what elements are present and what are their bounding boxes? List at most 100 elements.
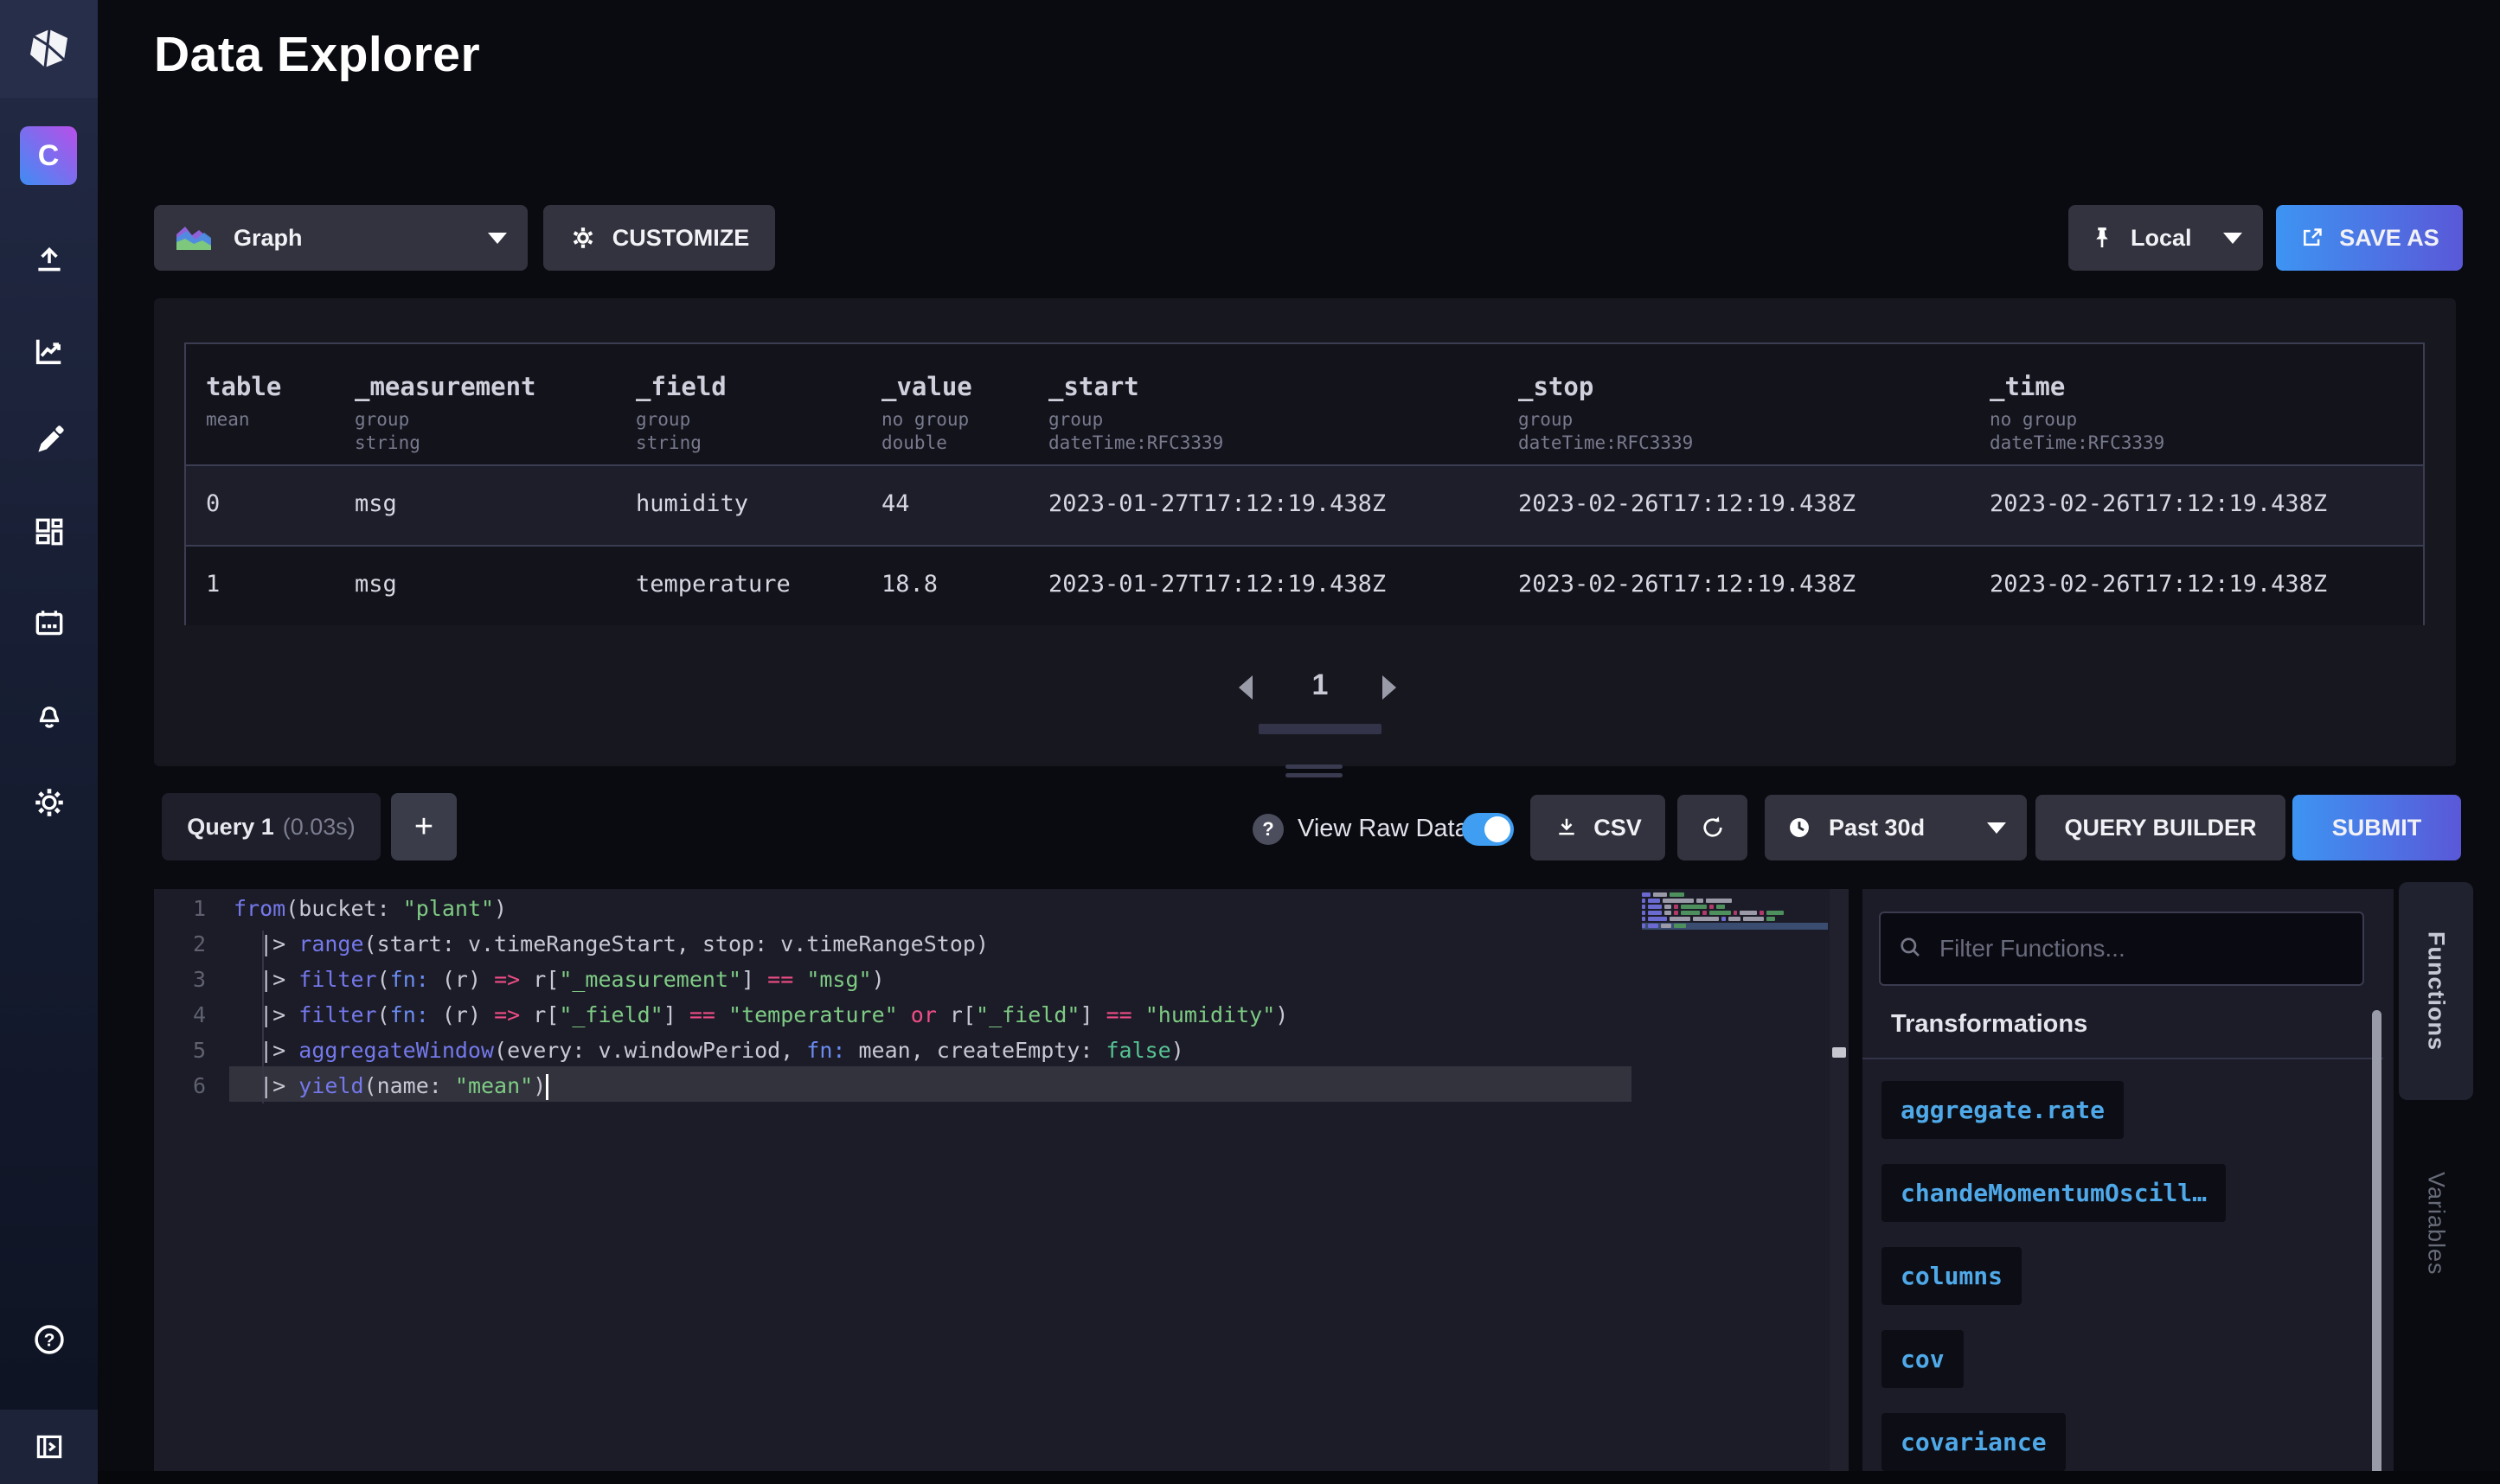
table-header: table _measurement _field _value _start … (186, 344, 2423, 464)
column-meta: group (355, 408, 409, 432)
save-as-button[interactable]: SAVE AS (2276, 205, 2463, 271)
cell: 18.8 (881, 571, 938, 598)
sidebar-item-tasks[interactable] (0, 589, 98, 658)
page-title: Data Explorer (154, 26, 480, 83)
search-input[interactable] (1938, 934, 2362, 963)
table-row: 0 msg humidity 44 2023-01-27T17:12:19.43… (186, 464, 2423, 545)
tab-variables[interactable]: Variables (2399, 1116, 2473, 1332)
raw-data-panel: table _measurement _field _value _start … (154, 298, 2456, 766)
query-builder-button[interactable]: QUERY BUILDER (2035, 795, 2285, 860)
influxdb-logo-icon (24, 27, 74, 72)
function-chip[interactable]: columns (1881, 1247, 2022, 1305)
csv-download-button[interactable]: CSV (1530, 795, 1665, 860)
line-chart-icon (31, 333, 67, 369)
cell: 2023-02-26T17:12:19.438Z (1990, 571, 2327, 598)
page-number: 1 (1296, 668, 1344, 702)
raw-data-help-icon[interactable]: ? (1253, 814, 1284, 845)
dashboards-icon (32, 515, 67, 549)
panel-resize-handle[interactable] (1285, 773, 1343, 777)
code-line: |> filter(fn: (r) => r["_measurement"] =… (234, 962, 885, 997)
sidebar-item-data-explorer[interactable] (0, 317, 98, 386)
sidebar-collapse[interactable] (0, 1410, 98, 1484)
column-header: table (206, 372, 281, 401)
plus-icon: + (414, 809, 433, 846)
next-page-button[interactable] (1382, 675, 1396, 700)
chevron-down-icon (488, 233, 507, 244)
functions-panel: Transformations aggregate.rate chandeMom… (1862, 889, 2394, 1471)
gear-icon (569, 224, 597, 252)
search-icon (1896, 934, 1926, 963)
sidebar-item-alerts[interactable] (0, 679, 98, 748)
raw-data-table: table _measurement _field _value _start … (184, 342, 2425, 625)
sidebar-item-help[interactable]: ? (0, 1305, 98, 1374)
column-meta: double (881, 432, 947, 455)
functions-scrollbar[interactable] (2372, 1010, 2381, 1477)
save-as-label: SAVE AS (2339, 225, 2439, 252)
sidebar-item-notebooks[interactable] (0, 406, 98, 476)
column-meta: no group (1990, 408, 2077, 432)
refresh-button[interactable] (1677, 795, 1747, 860)
cell: 2023-02-26T17:12:19.438Z (1990, 490, 2327, 517)
cell: 0 (206, 490, 220, 517)
flux-code-editor[interactable]: 1 2 3 4 5 6 from(bucket: "plant") |> ran… (154, 889, 1849, 1471)
influxdb-logo (0, 0, 98, 98)
bottom-strip (98, 1471, 2500, 1484)
sidebar-item-settings[interactable] (0, 768, 98, 837)
query-tab-duration: (0.03s) (283, 814, 356, 841)
org-avatar[interactable]: C (20, 126, 77, 185)
code-line: |> yield(name: "mean") (234, 1068, 548, 1103)
line-number: 4 (154, 997, 206, 1033)
view-raw-data-toggle[interactable] (1462, 813, 1514, 846)
prev-page-button[interactable] (1239, 675, 1253, 700)
cell: 2023-02-26T17:12:19.438Z (1518, 490, 1856, 517)
function-chip[interactable]: aggregate.rate (1881, 1081, 2124, 1139)
editor-scrollbar[interactable] (1830, 889, 1849, 1471)
customize-label: CUSTOMIZE (612, 225, 750, 252)
line-number: 6 (154, 1068, 206, 1103)
toggle-knob (1484, 816, 1510, 842)
filter-functions-search[interactable] (1879, 912, 2364, 986)
line-number: 5 (154, 1033, 206, 1068)
panel-resize-handle[interactable] (1285, 764, 1343, 769)
function-chip[interactable]: covariance (1881, 1413, 2066, 1471)
bell-icon (32, 696, 67, 731)
query-tab[interactable]: Query 1 (0.03s) (162, 793, 381, 860)
column-meta: dateTime:RFC3339 (1048, 432, 1223, 455)
cell: 2023-01-27T17:12:19.438Z (1048, 571, 1386, 598)
function-chip[interactable]: chandeMomentumOscill… (1881, 1164, 2226, 1222)
tab-label: Functions (2423, 931, 2450, 1051)
cell: 1 (206, 571, 220, 598)
add-query-button[interactable]: + (391, 793, 457, 860)
sidebar-item-dashboards[interactable] (0, 497, 98, 566)
upload-icon (32, 242, 67, 277)
text-cursor (546, 1074, 548, 1100)
org-avatar-letter: C (38, 139, 60, 173)
view-type-dropdown[interactable]: Graph (154, 205, 528, 271)
pin-icon (2089, 223, 2115, 253)
data-explorer-screen: C (0, 0, 2500, 1484)
download-icon (1554, 815, 1580, 841)
editor-scrollbar-handle[interactable] (1832, 1047, 1846, 1058)
function-chip[interactable]: cov (1881, 1330, 1964, 1388)
customize-button[interactable]: CUSTOMIZE (543, 205, 775, 271)
submit-button[interactable]: SUBMIT (2292, 795, 2461, 860)
query-tab-label: Query 1 (187, 814, 274, 841)
cell: 44 (881, 490, 910, 517)
sidebar-item-load-data[interactable] (0, 225, 98, 294)
editor-minimap[interactable] (1642, 892, 1828, 930)
tab-functions[interactable]: Functions (2399, 882, 2473, 1100)
column-meta: mean (206, 408, 250, 432)
time-range-dropdown[interactable]: Past 30d (1765, 795, 2027, 860)
column-header: _measurement (355, 372, 536, 401)
column-header: _value (881, 372, 972, 401)
view-type-label: Graph (234, 225, 303, 252)
table-row: 1 msg temperature 18.8 2023-01-27T17:12:… (186, 545, 2423, 625)
cell: 2023-02-26T17:12:19.438Z (1518, 571, 1856, 598)
code-line: |> filter(fn: (r) => r["_field"] == "tem… (234, 997, 1288, 1033)
scope-dropdown[interactable]: Local (2068, 205, 2263, 271)
view-raw-data-label: View Raw Data (1298, 815, 1469, 843)
code-line: |> range(start: v.timeRangeStart, stop: … (234, 926, 989, 962)
svg-text:?: ? (43, 1331, 54, 1351)
code-line: |> aggregateWindow(every: v.windowPeriod… (234, 1033, 1184, 1068)
expand-panel-icon (32, 1430, 67, 1464)
